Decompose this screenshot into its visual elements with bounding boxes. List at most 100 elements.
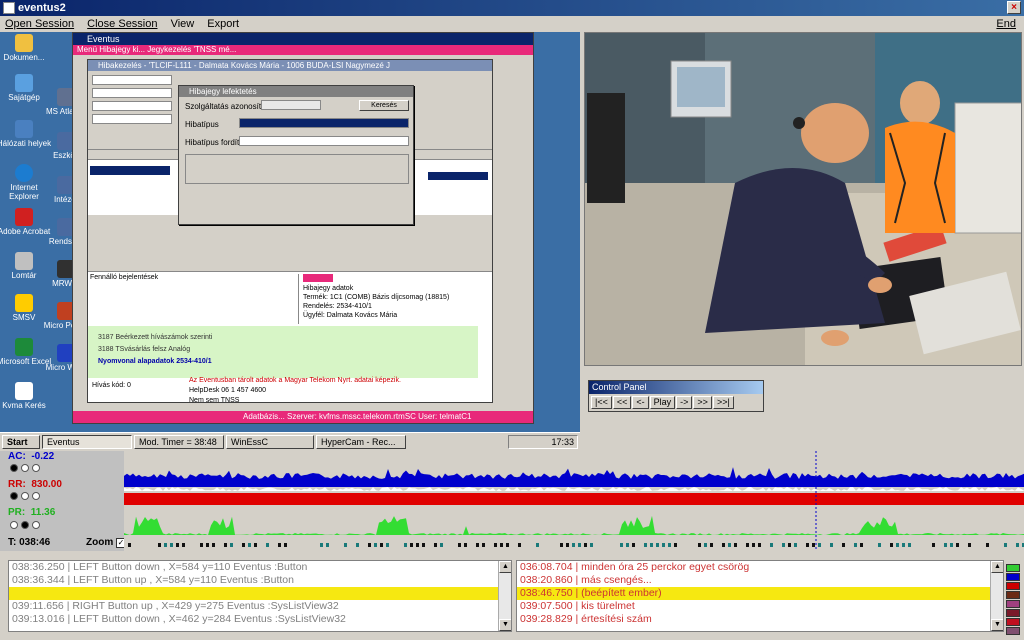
event-marker	[410, 543, 413, 547]
desktop-icon-label: Dokumen...	[3, 53, 45, 62]
taskbar-item[interactable]: Mod. Timer = 38:48	[134, 435, 224, 449]
legend-swatch	[1006, 564, 1020, 572]
menu-export[interactable]: Export	[202, 16, 244, 32]
fast-forward-button[interactable]: >>	[693, 396, 712, 409]
event-marker	[266, 543, 269, 547]
step-back-button[interactable]: <-	[632, 396, 649, 409]
menu-open-session[interactable]: Open Session	[0, 16, 79, 32]
time-readout: T: 038:46	[8, 537, 51, 548]
play-button[interactable]: Play	[649, 396, 676, 409]
scroll-up-icon[interactable]: ▲	[991, 561, 1003, 573]
start-button[interactable]: Start	[2, 435, 40, 449]
radio[interactable]	[10, 492, 18, 500]
radio[interactable]	[32, 464, 40, 472]
goto-start-button[interactable]: |<<	[591, 396, 612, 409]
annotation-entry[interactable]: 038:20.860 | más csengés...	[517, 574, 1003, 587]
goto-end-button[interactable]: >>|	[712, 396, 734, 409]
scroll-down-icon[interactable]: ▼	[499, 619, 511, 631]
radio[interactable]	[21, 464, 29, 472]
log-entry-selected[interactable]	[9, 587, 511, 600]
pr-radio-group[interactable]	[10, 521, 40, 529]
event-marker	[896, 543, 899, 547]
step-forward-button[interactable]: ->	[676, 396, 693, 409]
event-marker	[182, 543, 185, 547]
event-marker	[536, 543, 539, 547]
dialog-notes[interactable]	[185, 154, 409, 184]
signal-plot[interactable]	[124, 451, 1024, 551]
hibajegy-dialog: Hibajegy lefektetés Szolgáltatás azonosí…	[178, 85, 414, 225]
radio[interactable]	[21, 492, 29, 500]
scroll-up-icon[interactable]: ▲	[499, 561, 511, 573]
annotation-entry-selected[interactable]: 038:46.750 | (beépített ember)	[517, 587, 1003, 600]
annotation-entry[interactable]: 036:08.704 | minden óra 25 perckor egyet…	[517, 561, 1003, 574]
event-marker	[746, 543, 749, 547]
tree-item[interactable]: Hibajegy adatok	[303, 284, 492, 293]
ac-radio-group[interactable]	[10, 464, 40, 472]
menu-close-session[interactable]: Close Session	[82, 16, 162, 32]
service-id-input[interactable]	[261, 100, 321, 110]
control-panel: Control Panel |<< << <- Play -> >> >>|	[588, 380, 764, 412]
event-marker	[698, 543, 701, 547]
event-marker	[770, 543, 773, 547]
ac-trace	[124, 467, 1024, 487]
rewind-button[interactable]: <<	[612, 396, 632, 409]
log-entry[interactable]: 039:11.656 | RIGHT Button up , X=429 y=2…	[9, 600, 511, 613]
event-marker	[356, 543, 359, 547]
dialog-label-1: Szolgáltatás azonosító	[185, 102, 266, 111]
desktop-icon-label: SMSV	[12, 313, 36, 322]
tree-item[interactable]: Rendelés: 2534-410/1	[303, 302, 492, 311]
app-icon	[3, 2, 15, 14]
log-entry[interactable]: 039:13.016 | LEFT Button down , X=462 y=…	[9, 613, 511, 626]
input-event-log[interactable]: 038:36.250 | LEFT Button down , X=584 y=…	[8, 560, 512, 632]
taskbar-item[interactable]: Eventus	[42, 435, 132, 449]
annotation-log[interactable]: 036:08.704 | minden óra 25 perckor egyet…	[516, 560, 1004, 632]
signal-controls: AC: -0.22 RR: 830.00 PR: 11.36 T: 038:46	[0, 451, 124, 551]
event-marker	[170, 543, 173, 547]
eventus-menu-bar[interactable]: Menü Hibajegy ki... Jegykezelés 'TNSS mé…	[73, 45, 533, 55]
event-marker	[878, 543, 881, 547]
event-marker	[584, 543, 587, 547]
event-marker	[968, 543, 971, 547]
menu-end[interactable]: End	[991, 16, 1021, 32]
event-marker	[626, 543, 629, 547]
ac-readout: AC: -0.22	[8, 451, 54, 462]
event-marker	[404, 543, 407, 547]
event-marker	[758, 543, 761, 547]
control-panel-title: Control Panel	[589, 381, 763, 394]
annotation-entry[interactable]: 039:07.500 | kis türelmet	[517, 600, 1003, 613]
rr-radio-group[interactable]	[10, 492, 40, 500]
info-line: 3188 TSvásárlás felsz Analóg	[98, 346, 191, 353]
tree-item[interactable]: Ügyfél: Dalmata Kovács Mária	[303, 311, 492, 320]
log-entry[interactable]: 038:36.250 | LEFT Button down , X=584 y=…	[9, 561, 511, 574]
radio[interactable]	[10, 521, 18, 529]
taskbar-item[interactable]: HyperCam - Rec...	[316, 435, 406, 449]
status-footer: Adatbázis... Szerver: kvfms.mssc.telekom…	[73, 411, 533, 423]
hibajegy-tree[interactable]: Hibajegy adatok Termék: 1C1 (COMB) Bázis…	[298, 274, 492, 324]
zoom-label: Zoom	[86, 537, 114, 548]
radio[interactable]	[32, 492, 40, 500]
event-marker	[668, 543, 671, 547]
event-marker	[674, 543, 677, 547]
radio[interactable]	[32, 521, 40, 529]
hibatipus-select[interactable]	[239, 118, 409, 128]
radio[interactable]	[10, 464, 18, 472]
search-button[interactable]: Keresés	[359, 100, 409, 111]
tree-item[interactable]: Termék: 1C1 (COMB) Bázis díjcsomag (1881…	[303, 293, 492, 302]
scroll-down-icon[interactable]: ▼	[991, 619, 1003, 631]
event-marker	[632, 543, 635, 547]
radio[interactable]	[21, 521, 29, 529]
menu-view[interactable]: View	[166, 16, 200, 32]
pr-label: PR:	[8, 507, 26, 518]
hibatipus-fordito-select[interactable]	[239, 136, 409, 146]
event-marker	[620, 543, 623, 547]
log-entry[interactable]: 038:36.344 | LEFT Button up , X=584 y=11…	[9, 574, 511, 587]
desktop-icon-label: Lomtár	[11, 271, 37, 280]
annotation-entry[interactable]: 039:28.829 | értesítési szám	[517, 613, 1003, 626]
close-button[interactable]: ×	[1007, 1, 1021, 14]
taskbar-item[interactable]: WinEssC	[226, 435, 314, 449]
event-marker	[248, 543, 251, 547]
info-line: Nyomvonal alapadatok 2534-410/1	[98, 358, 212, 365]
scrollbar[interactable]: ▲ ▼	[990, 561, 1003, 631]
scrollbar[interactable]: ▲ ▼	[498, 561, 511, 631]
desktop-icon-label: Internet Explorer	[9, 183, 39, 201]
